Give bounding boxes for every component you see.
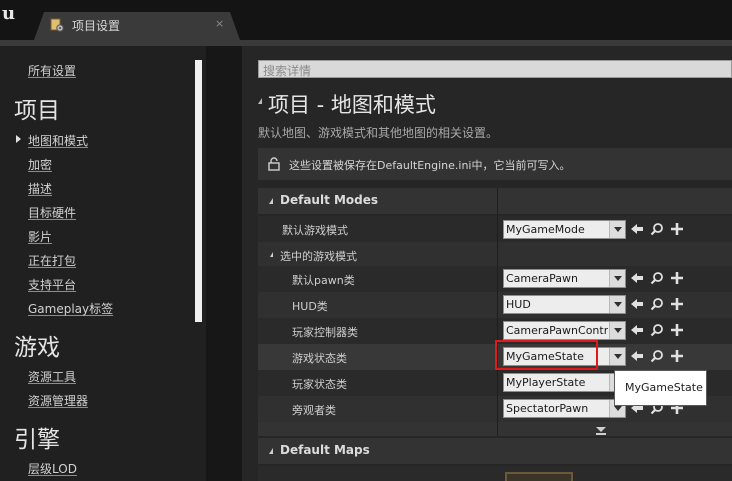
nav-item-supported-platforms[interactable]: 支持平台 xyxy=(28,276,76,293)
nav-item-encryption[interactable]: 加密 xyxy=(28,156,52,173)
browse-magnifier-icon[interactable] xyxy=(650,297,664,311)
tooltip-text: MyGameState xyxy=(625,381,703,394)
chevron-down-icon[interactable] xyxy=(609,296,625,313)
row-editor-startup-map xyxy=(258,466,732,481)
nav-item-hlod[interactable]: 层级LOD xyxy=(28,460,77,477)
row-label: 默认游戏模式 xyxy=(282,224,348,237)
unreal-logo-icon: u xyxy=(2,3,16,24)
combo-value: CameraPawnControll xyxy=(506,324,608,337)
notice-text: 这些设置被保存在DefaultEngine.ini中，它当前可写入。 xyxy=(289,159,571,172)
row-selected-game-mode[interactable]: 选中的游戏模式 xyxy=(258,242,732,268)
tab-title: 项目设置 xyxy=(72,19,121,33)
collapse-arrow-icon[interactable] xyxy=(258,98,262,104)
chevron-down-icon[interactable] xyxy=(609,221,625,238)
use-selected-arrow-icon[interactable] xyxy=(630,323,644,337)
section-collapse-icon[interactable] xyxy=(269,448,273,454)
settings-tab-icon xyxy=(50,18,64,32)
nav-item-gameplay-tags[interactable]: Gameplay标签 xyxy=(28,300,113,317)
chevron-down-icon[interactable] xyxy=(609,270,625,287)
close-icon[interactable]: × xyxy=(215,17,224,30)
highlight-box xyxy=(495,340,598,370)
row-label: 玩家状态类 xyxy=(292,378,347,391)
nav-all-settings[interactable]: 所有设置 xyxy=(28,62,76,79)
column-divider[interactable] xyxy=(497,188,498,436)
combo-value: MyPlayerState xyxy=(506,376,586,389)
combo-value: SpectatorPawn xyxy=(506,402,589,415)
nav-item-asset-manager[interactable]: 资源管理器 xyxy=(28,392,88,409)
nav-heading-engine: 引擎 xyxy=(14,427,60,453)
nav-item-packaging[interactable]: 正在打包 xyxy=(28,252,76,269)
combo-value: HUD xyxy=(506,298,531,311)
use-selected-arrow-icon[interactable] xyxy=(630,349,644,363)
nav-heading-project: 项目 xyxy=(14,98,60,124)
add-plus-icon[interactable] xyxy=(670,222,684,236)
game-mode-combo[interactable]: MyGameMode xyxy=(503,220,626,239)
add-plus-icon[interactable] xyxy=(670,323,684,337)
add-plus-icon[interactable] xyxy=(670,271,684,285)
player-controller-combo[interactable]: CameraPawnControll xyxy=(503,321,626,340)
tooltip: MyGameState xyxy=(614,370,707,406)
hud-combo[interactable]: HUD xyxy=(503,295,626,314)
nav-item-target-hardware[interactable]: 目标硬件 xyxy=(28,204,76,221)
combo-value: CameraPawn xyxy=(506,272,579,285)
browse-magnifier-icon[interactable] xyxy=(650,222,664,236)
section-title: Default Modes xyxy=(280,193,379,207)
lock-icon xyxy=(268,157,280,171)
page-title: 项目 - 地图和模式 xyxy=(268,93,436,117)
section-default-maps[interactable]: Default Maps xyxy=(258,438,732,464)
row-label: 游戏状态类 xyxy=(292,352,347,365)
add-plus-icon[interactable] xyxy=(670,297,684,311)
row-label: 玩家控制器类 xyxy=(292,326,358,339)
nav-heading-game: 游戏 xyxy=(14,335,60,361)
row-label: 选中的游戏模式 xyxy=(280,250,357,263)
map-thumbnail[interactable] xyxy=(505,472,573,481)
nav-scrollbar[interactable] xyxy=(195,60,202,322)
chevron-down-icon[interactable] xyxy=(609,348,625,365)
player-state-combo[interactable]: MyPlayerState xyxy=(503,373,626,392)
title-bar: u 项目设置 × xyxy=(0,0,732,40)
row-label: HUD类 xyxy=(292,300,328,313)
nav-item-asset-tools[interactable]: 资源工具 xyxy=(28,368,76,385)
chevron-down-icon[interactable] xyxy=(609,322,625,339)
search-input[interactable]: 搜索详情 xyxy=(258,60,732,78)
subsection-collapse-icon[interactable] xyxy=(270,252,273,257)
show-more-bar xyxy=(596,433,606,435)
nav-item-movies[interactable]: 影片 xyxy=(28,228,52,245)
nav-item-description[interactable]: 描述 xyxy=(28,180,52,197)
tab-project-settings[interactable]: 项目设置 × xyxy=(34,12,240,40)
browse-magnifier-icon[interactable] xyxy=(650,271,664,285)
config-notice: 这些设置被保存在DefaultEngine.ini中，它当前可写入。 xyxy=(258,148,732,180)
search-placeholder: 搜索详情 xyxy=(263,64,312,78)
spectator-combo[interactable]: SpectatorPawn xyxy=(503,399,626,418)
nav-item-maps-modes[interactable]: 地图和模式 xyxy=(28,132,88,149)
use-selected-arrow-icon[interactable] xyxy=(630,222,644,236)
use-selected-arrow-icon[interactable] xyxy=(630,271,644,285)
browse-magnifier-icon[interactable] xyxy=(650,323,664,337)
add-plus-icon[interactable] xyxy=(670,349,684,363)
use-selected-arrow-icon[interactable] xyxy=(630,297,644,311)
combo-value: MyGameMode xyxy=(506,223,585,236)
show-advanced-bar[interactable] xyxy=(258,422,732,436)
row-label: 默认pawn类 xyxy=(292,274,355,287)
section-collapse-icon[interactable] xyxy=(269,198,273,204)
nav-active-arrow-icon xyxy=(16,135,21,143)
section-default-modes[interactable]: Default Modes xyxy=(258,188,732,214)
show-more-icon[interactable] xyxy=(596,427,606,432)
row-label: 旁观者类 xyxy=(292,404,336,417)
pawn-combo[interactable]: CameraPawn xyxy=(503,269,626,288)
browse-magnifier-icon[interactable] xyxy=(650,349,664,363)
nav-scroll-track xyxy=(206,46,242,481)
page-description: 默认地图、游戏模式和其他地图的相关设置。 xyxy=(258,126,499,140)
section-title: Default Maps xyxy=(280,443,370,457)
